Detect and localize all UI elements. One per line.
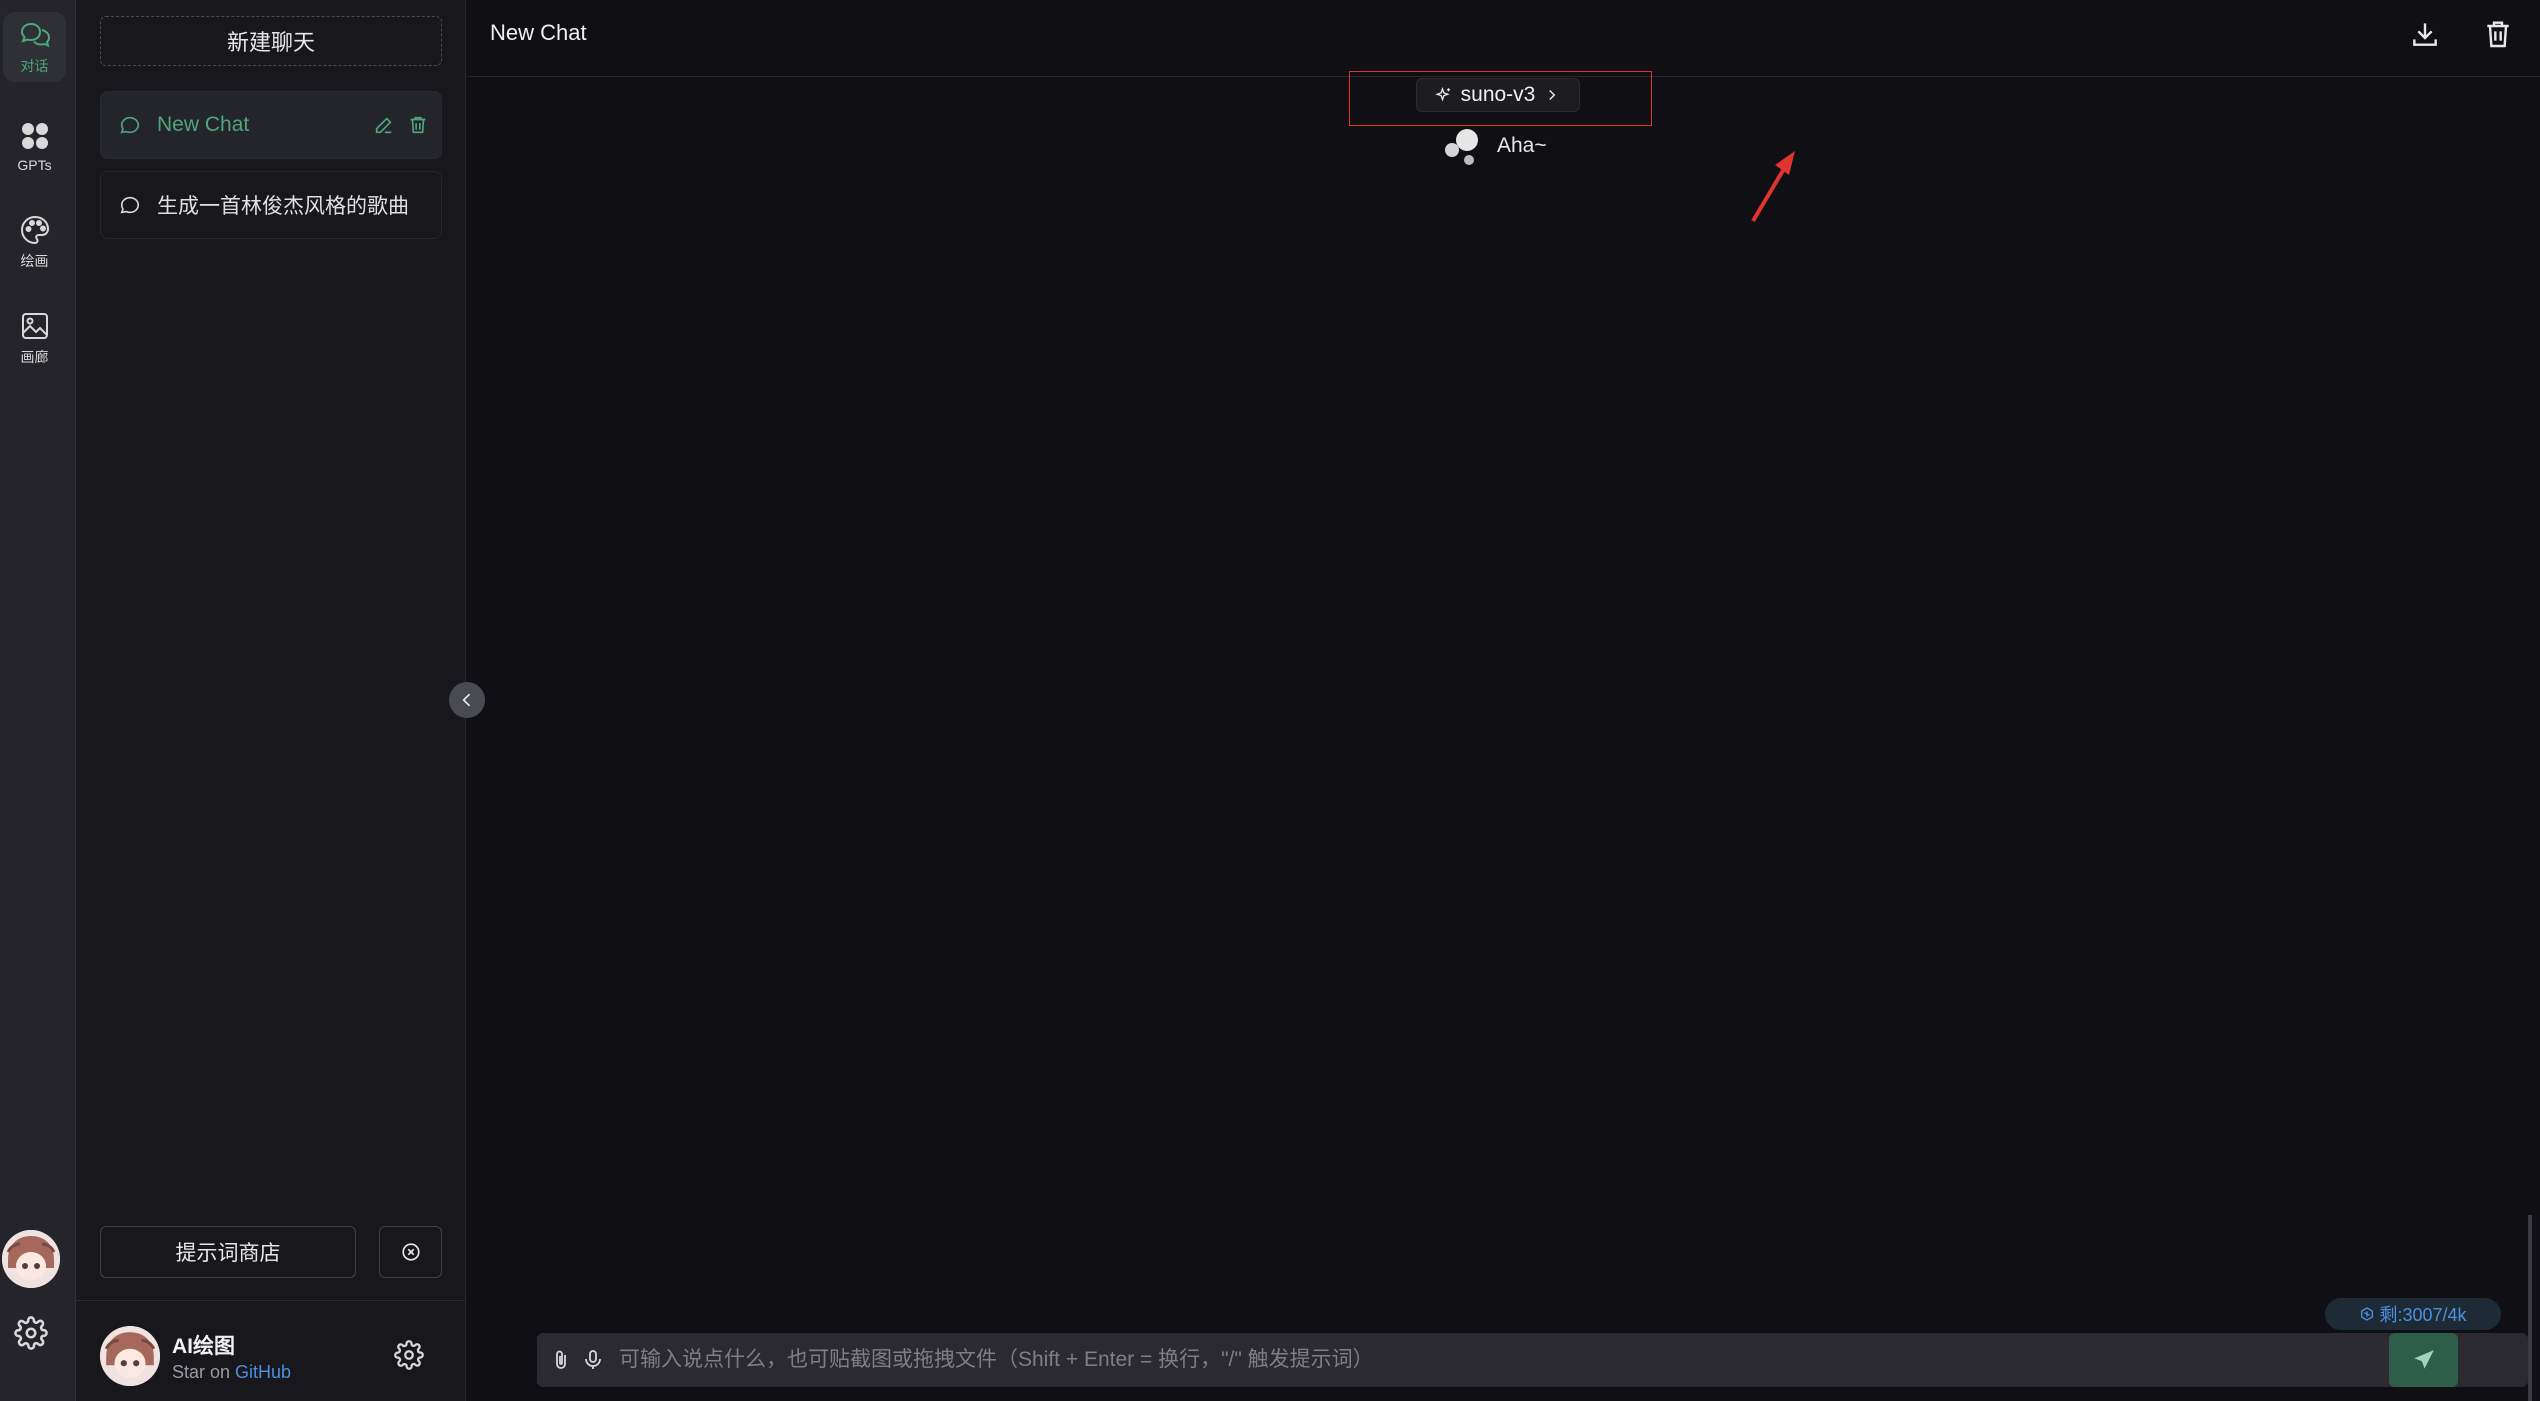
apps-grid-icon — [21, 123, 48, 149]
trash-icon — [410, 116, 426, 134]
close-circle-icon — [401, 1243, 420, 1261]
delete-conversation-button[interactable] — [407, 114, 429, 136]
rail-item-label: GPTs — [17, 157, 52, 173]
rail-item-gallery[interactable]: 画廊 — [3, 303, 66, 373]
scrollbar-thumb[interactable] — [2528, 1215, 2532, 1401]
bubbles-icon — [1445, 129, 1478, 165]
conversation-title: New Chat — [157, 113, 250, 136]
divider — [76, 1300, 466, 1301]
model-name: suno-v3 — [1460, 83, 1536, 106]
prompt-store-button[interactable]: 提示词商店 — [100, 1226, 356, 1278]
user-avatar[interactable] — [100, 1326, 160, 1386]
rail-item-draw[interactable]: 绘画 — [3, 207, 66, 277]
nav-rail: 对话 GPTs 绘画 画廊 — [0, 0, 76, 1401]
token-count-badge: 剩:3007/4k — [2325, 1298, 2501, 1330]
gear-icon — [394, 1340, 424, 1370]
palette-icon — [20, 215, 49, 245]
avatar-image — [100, 1326, 160, 1386]
user-subtitle: Star on GitHub — [172, 1362, 291, 1383]
chat-main: New Chat suno-v3 Aha~ 剩:3007/4k 可输入说点什么，… — [467, 0, 2540, 1401]
trash-icon — [2487, 21, 2509, 48]
app-window: 对话 GPTs 绘画 画廊 新建聊天 New Chat 生成一首林俊杰风格的歌曲… — [0, 0, 2540, 1401]
conversation-item[interactable]: 生成一首林俊杰风格的歌曲 — [100, 171, 442, 239]
chat-bubble-icon — [120, 196, 140, 214]
send-button[interactable] — [2389, 1333, 2458, 1387]
rail-item-gpts[interactable]: GPTs — [3, 111, 66, 181]
rail-item-label: 对话 — [20, 58, 49, 74]
github-link[interactable]: GitHub — [235, 1362, 291, 1382]
microphone-icon[interactable] — [581, 1348, 605, 1372]
conversation-actions — [373, 114, 429, 136]
send-icon — [2413, 1350, 2434, 1369]
rail-settings-button[interactable] — [14, 1316, 48, 1350]
user-settings-button[interactable] — [394, 1340, 424, 1370]
delete-chat-button[interactable] — [2482, 18, 2514, 50]
page-title: New Chat — [490, 20, 587, 45]
pencil-icon — [375, 117, 392, 134]
export-button[interactable] — [2409, 18, 2441, 50]
gallery-image-icon — [21, 313, 48, 339]
token-count: 剩:3007/4k — [2379, 1305, 2467, 1325]
message-input-bar — [537, 1333, 2528, 1387]
gear-icon — [14, 1316, 48, 1350]
clear-conversations-button[interactable] — [379, 1226, 442, 1278]
chevron-right-icon — [1549, 89, 1556, 101]
chat-bubbles-icon — [20, 22, 50, 48]
download-icon — [2413, 23, 2437, 46]
conversation-title: 生成一首林俊杰风格的歌曲 — [157, 195, 409, 218]
user-name: AI绘图 — [172, 1335, 235, 1358]
rail-item-label: 画廊 — [20, 349, 49, 365]
rail-item-label: 绘画 — [20, 253, 49, 269]
red-arrow-annotation — [1751, 151, 1795, 223]
greeting-message: Aha~ — [1497, 134, 1547, 157]
model-selector[interactable]: suno-v3 — [1416, 78, 1580, 112]
conversation-sidebar: 新建聊天 New Chat 生成一首林俊杰风格的歌曲 提示词商店 AI绘图 St… — [76, 0, 466, 1401]
user-subtitle-prefix: Star on — [172, 1362, 236, 1382]
conversation-item-active[interactable]: New Chat — [100, 91, 442, 159]
token-icon — [2361, 1307, 2374, 1321]
chat-bubble-icon — [120, 116, 140, 134]
paperclip-icon[interactable] — [549, 1348, 573, 1372]
message-input[interactable] — [619, 1333, 2369, 1387]
avatar-image — [2, 1230, 60, 1288]
chat-header: New Chat — [467, 0, 2540, 77]
sparkle-icon — [1434, 86, 1450, 102]
edit-button[interactable] — [373, 114, 395, 136]
new-chat-button[interactable]: 新建聊天 — [100, 16, 442, 66]
rail-avatar[interactable] — [2, 1230, 60, 1288]
rail-item-chat[interactable]: 对话 — [3, 12, 66, 82]
